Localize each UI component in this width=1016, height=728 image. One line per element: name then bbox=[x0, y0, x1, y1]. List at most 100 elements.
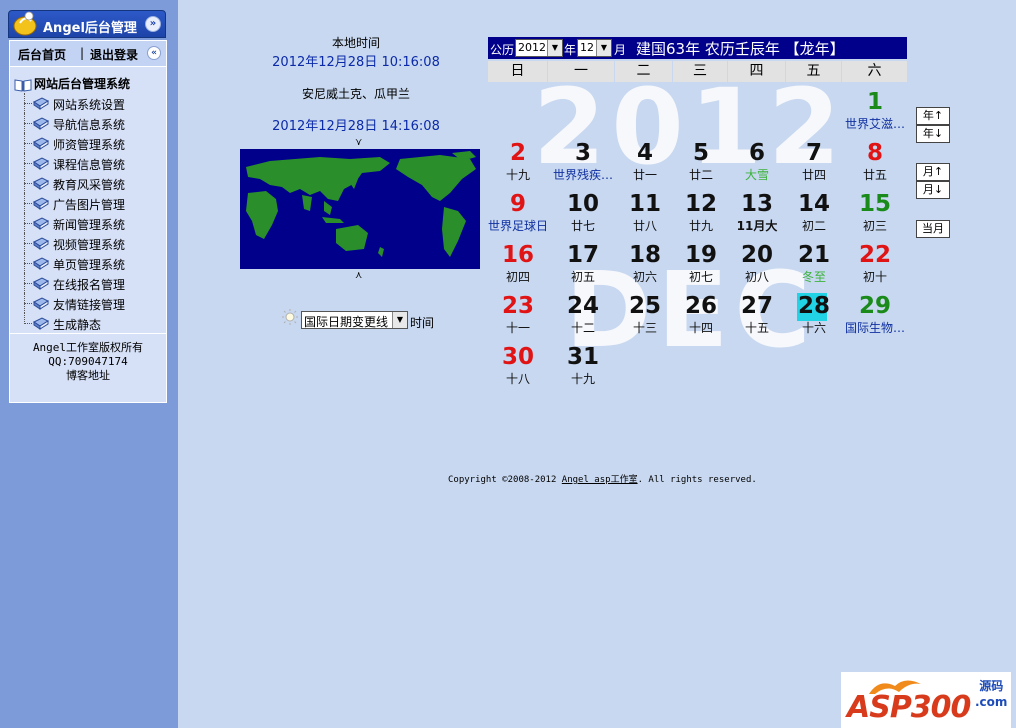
book-icon bbox=[33, 97, 50, 110]
local-time-label: 本地时间 bbox=[331, 36, 380, 50]
sidebar-nav: 后台首页 | 退出登录 « bbox=[10, 41, 166, 67]
tree-item-ads[interactable]: 广告图片管理 bbox=[10, 193, 166, 213]
day-lunar-label: 世界艾滋… bbox=[844, 117, 905, 131]
book-icon bbox=[33, 157, 50, 170]
sun-icon bbox=[282, 309, 298, 325]
calendar-day-1[interactable]: 1 世界艾滋… bbox=[845, 83, 905, 134]
tree-item-static[interactable]: 生成静态 bbox=[10, 313, 166, 333]
tree-item-label: 生成静态 bbox=[53, 318, 102, 332]
footer-copyright: Angel工作室版权所有 bbox=[32, 341, 144, 354]
chevron-down-icon[interactable]: ▼ bbox=[596, 40, 611, 56]
nav-home-link[interactable]: 后台首页 bbox=[18, 46, 66, 63]
day-lunar-label: 廿五 bbox=[862, 168, 887, 182]
calendar-day-30[interactable]: 30 十八 bbox=[488, 338, 548, 389]
tree-item-label: 课程信息管统 bbox=[53, 158, 126, 172]
tree-item-label: 视频管理系统 bbox=[53, 238, 126, 252]
day-number: 25 bbox=[628, 293, 661, 319]
calendar-day-3[interactable]: 3 世界残疾… bbox=[553, 134, 613, 185]
world-map[interactable] bbox=[240, 149, 480, 269]
day-number: 14 bbox=[797, 191, 830, 217]
sidebar-title-bar: Angel后台管理 » bbox=[8, 10, 166, 38]
studio-link[interactable]: Angel_asp工作室 bbox=[562, 475, 638, 485]
tree-item-courses[interactable]: 课程信息管统 bbox=[10, 153, 166, 173]
calendar-day-8[interactable]: 8 廿五 bbox=[845, 134, 905, 185]
month-select[interactable]: 12 ▼ bbox=[577, 39, 612, 57]
book-icon bbox=[33, 197, 50, 210]
day-number: 13 bbox=[740, 191, 773, 217]
calendar-day-2[interactable]: 2 十九 bbox=[488, 134, 548, 185]
tree-item-label: 导航信息系统 bbox=[53, 118, 126, 132]
calendar-day-22[interactable]: 22 初十 bbox=[845, 236, 905, 287]
angel-logo-icon bbox=[13, 11, 37, 36]
weekday-sat: 六 bbox=[842, 61, 907, 82]
month-up-button[interactable]: 月↑ bbox=[916, 163, 950, 181]
calendar-day-21[interactable]: 21 冬至 bbox=[784, 236, 844, 287]
calendar-day-14[interactable]: 14 初二 bbox=[784, 185, 844, 236]
sidebar-panel: 后台首页 | 退出登录 « 网站后台管理系统 网站系统设置 导航信息系统 师资管… bbox=[9, 40, 167, 403]
tree-item-site-settings[interactable]: 网站系统设置 bbox=[10, 93, 166, 113]
tree-item-navigation[interactable]: 导航信息系统 bbox=[10, 113, 166, 133]
year-down-button[interactable]: 年↓ bbox=[916, 125, 950, 143]
tree-item-education[interactable]: 教育风采管统 bbox=[10, 173, 166, 193]
day-lunar-label: 十九 bbox=[505, 168, 530, 182]
calendar-day-17[interactable]: 17 初五 bbox=[553, 236, 613, 287]
tree-item-signup[interactable]: 在线报名管理 bbox=[10, 273, 166, 293]
tree-item-links[interactable]: 友情链接管理 bbox=[10, 293, 166, 313]
day-number: 24 bbox=[566, 293, 599, 319]
footer-blog-link[interactable]: 博客地址 bbox=[10, 369, 166, 383]
calendar-day-23[interactable]: 23 十一 bbox=[488, 287, 548, 338]
calendar-day-29[interactable]: 29 国际生物… bbox=[845, 287, 905, 338]
book-icon bbox=[33, 237, 50, 250]
month-value: 12 bbox=[580, 41, 594, 54]
day-number: 18 bbox=[628, 242, 661, 268]
city-time-value: 2012年12月28日 14:16:08 bbox=[272, 119, 440, 134]
sidebar-divider bbox=[10, 333, 166, 334]
day-number: 27 bbox=[740, 293, 773, 319]
this-month-button[interactable]: 当月 bbox=[916, 220, 950, 238]
copyright-suffix: . All rights reserved. bbox=[637, 475, 757, 485]
year-up-button[interactable]: 年↑ bbox=[916, 107, 950, 125]
city-label: 安尼威土克、瓜甲兰 bbox=[301, 87, 410, 101]
month-down-button[interactable]: 月↓ bbox=[916, 181, 950, 199]
day-lunar-label: 世界足球日 bbox=[487, 219, 548, 233]
calendar-day-15[interactable]: 15 初三 bbox=[845, 185, 905, 236]
year-prefix: 公历 bbox=[490, 43, 515, 57]
tree-item-news[interactable]: 新闻管理系统 bbox=[10, 213, 166, 233]
tree-item-pages[interactable]: 单页管理系统 bbox=[10, 253, 166, 273]
day-number: 12 bbox=[684, 191, 717, 217]
tree-item-label: 在线报名管理 bbox=[53, 278, 126, 292]
tree-item-teachers[interactable]: 师资管理系统 bbox=[10, 133, 166, 153]
day-number: 9 bbox=[509, 191, 526, 217]
book-icon bbox=[33, 117, 50, 130]
month-suffix: 月 bbox=[614, 43, 627, 57]
tree-item-label: 师资管理系统 bbox=[53, 138, 126, 152]
calendar-day-24[interactable]: 24 十二 bbox=[553, 287, 613, 338]
calendar-day-7[interactable]: 7 廿四 bbox=[784, 134, 844, 185]
calendar-day-28[interactable]: 28 十六 bbox=[784, 287, 844, 338]
calendar-day-31[interactable]: 31 十九 bbox=[553, 338, 613, 389]
watermark-side-bottom: .com bbox=[975, 695, 1008, 709]
day-number: 22 bbox=[858, 242, 891, 268]
fold-sidebar-icon[interactable]: « bbox=[147, 46, 161, 60]
chevron-down-icon[interactable]: ▼ bbox=[392, 312, 407, 328]
tree-item-label: 单页管理系统 bbox=[53, 258, 126, 272]
day-number: 5 bbox=[692, 140, 709, 166]
nav-logout-link[interactable]: 退出登录 bbox=[90, 46, 138, 63]
day-lunar-label: 初四 bbox=[505, 270, 530, 284]
calendar-day-9[interactable]: 9 世界足球日 bbox=[488, 185, 548, 236]
year-select[interactable]: 2012 ▼ bbox=[515, 39, 563, 57]
tree-root[interactable]: 网站后台管理系统 bbox=[14, 75, 130, 92]
day-number: 19 bbox=[684, 242, 717, 268]
tree-item-video[interactable]: 视频管理系统 bbox=[10, 233, 166, 253]
day-number: 1 bbox=[866, 89, 883, 115]
chevron-down-icon[interactable]: ▼ bbox=[547, 40, 562, 56]
day-lunar-label: 国际生物… bbox=[844, 321, 905, 335]
year-suffix: 年 bbox=[564, 43, 577, 57]
collapse-icon[interactable]: » bbox=[145, 16, 161, 32]
timezone-select[interactable]: 国际日期变更线 ▼ bbox=[301, 311, 408, 329]
calendar-day-16[interactable]: 16 初四 bbox=[488, 236, 548, 287]
calendar-day-10[interactable]: 10 廿七 bbox=[553, 185, 613, 236]
watermark-side: 源码 .com bbox=[975, 678, 1007, 710]
sidebar-footer: Angel工作室版权所有 QQ:709047174 博客地址 bbox=[10, 341, 166, 383]
book-icon bbox=[33, 137, 50, 150]
